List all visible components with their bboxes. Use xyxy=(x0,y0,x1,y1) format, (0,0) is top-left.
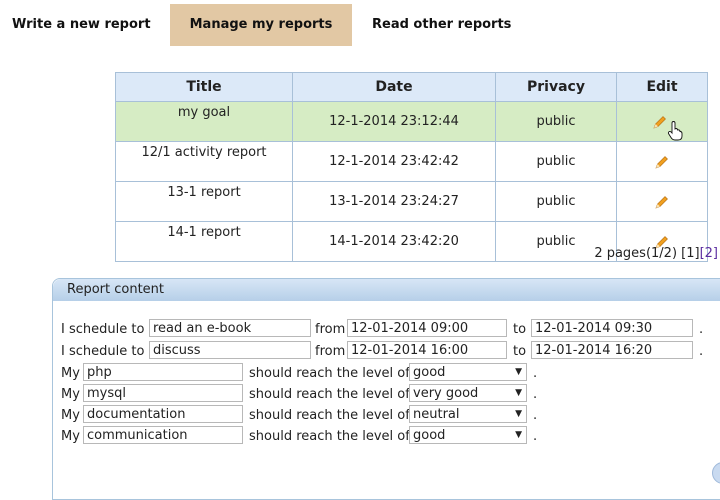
period: . xyxy=(699,344,704,359)
report-content-panel: Report content I schedule to read an e-b… xyxy=(52,278,720,500)
report-date: 14-1-2014 23:42:20 xyxy=(292,221,496,262)
skill-row: My mysql should reach the level of very … xyxy=(61,384,661,405)
reach-label: should reach the level of xyxy=(249,387,410,402)
tab-write-report[interactable]: Write a new report xyxy=(12,4,162,46)
schedule-row: I schedule to read an e-book from 12-01-… xyxy=(61,319,720,340)
schedule-label: I schedule to xyxy=(61,322,145,337)
header-privacy: Privacy xyxy=(495,72,617,102)
report-privacy: public xyxy=(495,141,617,182)
skill-row: My documentation should reach the level … xyxy=(61,405,661,426)
period: . xyxy=(533,387,538,402)
report-date: 12-1-2014 23:42:42 xyxy=(292,141,496,182)
period: . xyxy=(533,366,538,381)
report-title: 12/1 activity report xyxy=(115,141,293,182)
report-privacy: public xyxy=(495,181,617,222)
report-title: 13-1 report xyxy=(115,181,293,222)
report-privacy: public xyxy=(495,101,617,142)
table-row[interactable]: my goal 12-1-2014 23:12:44 public xyxy=(115,101,708,142)
skill-row: My communication should reach the level … xyxy=(61,426,661,447)
period: . xyxy=(533,408,538,423)
skill-input[interactable]: documentation xyxy=(83,405,243,423)
period: . xyxy=(699,322,704,337)
activity-input[interactable]: discuss xyxy=(149,341,311,359)
skill-row: My php should reach the level of good ▼ . xyxy=(61,363,661,384)
to-label: to xyxy=(513,322,527,337)
my-label: My xyxy=(61,366,80,381)
my-label: My xyxy=(61,429,80,444)
skill-input[interactable]: mysql xyxy=(83,384,243,402)
tab-read-reports[interactable]: Read other reports xyxy=(372,4,532,46)
to-label: to xyxy=(513,344,527,359)
reports-table: Title Date Privacy Edit my goal 12-1-201… xyxy=(115,72,708,262)
edit-cell xyxy=(616,101,708,142)
from-datetime-input[interactable]: 12-01-2014 16:00 xyxy=(347,341,507,359)
level-select[interactable]: very good ▼ xyxy=(409,384,527,402)
from-datetime-input[interactable]: 12-01-2014 09:00 xyxy=(347,319,507,337)
edit-cell xyxy=(616,181,708,222)
chevron-down-icon: ▼ xyxy=(515,430,522,440)
my-label: My xyxy=(61,408,80,423)
pagination-summary: 2 pages(1/2) xyxy=(594,246,682,261)
table-row[interactable]: 12/1 activity report 12-1-2014 23:42:42 … xyxy=(115,141,708,182)
schedule-label: I schedule to xyxy=(61,344,145,359)
panel-title: Report content xyxy=(53,279,720,301)
activity-input[interactable]: read an e-book xyxy=(149,319,311,337)
page-link-1[interactable]: [1] xyxy=(681,246,699,261)
chevron-down-icon: ▼ xyxy=(515,388,522,398)
level-select-value: very good xyxy=(413,386,479,401)
chevron-down-icon: ▼ xyxy=(515,367,522,377)
pagination: 2 pages(1/2) [1][2] xyxy=(594,246,718,261)
level-select[interactable]: good ▼ xyxy=(409,426,527,444)
header-edit: Edit xyxy=(616,72,708,102)
chevron-down-icon: ▼ xyxy=(515,409,522,419)
edit-cell xyxy=(616,141,708,182)
reach-label: should reach the level of xyxy=(249,429,410,444)
level-select-value: neutral xyxy=(413,407,460,422)
header-date: Date xyxy=(292,72,496,102)
from-label: from xyxy=(315,322,346,337)
tab-manage-reports[interactable]: Manage my reports xyxy=(170,4,352,46)
report-title: 14-1 report xyxy=(115,221,293,262)
reach-label: should reach the level of xyxy=(249,366,410,381)
period: . xyxy=(533,429,538,444)
level-select-value: good xyxy=(413,428,446,443)
level-select-value: good xyxy=(413,365,446,380)
my-label: My xyxy=(61,387,80,402)
table-row[interactable]: 13-1 report 13-1-2014 23:24:27 public xyxy=(115,181,708,222)
header-title: Title xyxy=(115,72,293,102)
skill-input[interactable]: php xyxy=(83,363,243,381)
report-date: 12-1-2014 23:12:44 xyxy=(292,101,496,142)
level-select[interactable]: good ▼ xyxy=(409,363,527,381)
reach-label: should reach the level of xyxy=(249,408,410,423)
report-date: 13-1-2014 23:24:27 xyxy=(292,181,496,222)
to-datetime-input[interactable]: 12-01-2014 16:20 xyxy=(531,341,693,359)
level-select[interactable]: neutral ▼ xyxy=(409,405,527,423)
pencil-icon[interactable] xyxy=(653,193,671,211)
skill-input[interactable]: communication xyxy=(83,426,243,444)
page-link-2[interactable]: [2] xyxy=(700,246,718,261)
pencil-icon[interactable] xyxy=(653,153,671,171)
to-datetime-input[interactable]: 12-01-2014 09:30 xyxy=(531,319,693,337)
table-header-row: Title Date Privacy Edit xyxy=(115,72,708,102)
report-title: my goal xyxy=(115,101,293,142)
from-label: from xyxy=(315,344,346,359)
schedule-row: I schedule to discuss from 12-01-2014 16… xyxy=(61,341,720,362)
